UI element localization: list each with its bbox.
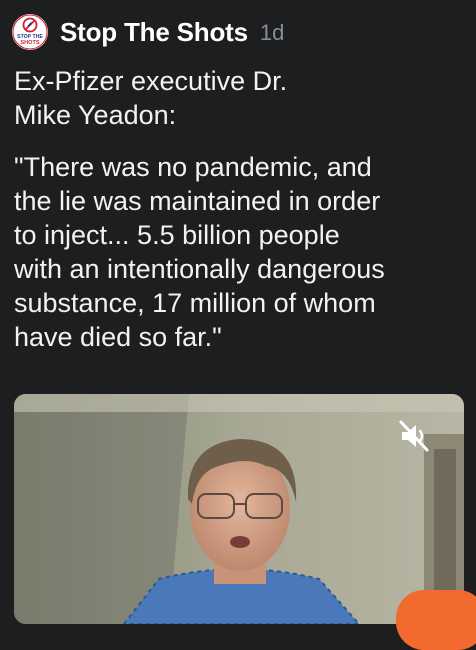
mute-button[interactable] bbox=[394, 416, 434, 456]
avatar[interactable]: STOP THE SHOTS bbox=[12, 14, 48, 50]
quote-line: "There was no pandemic, and bbox=[14, 152, 372, 182]
quote-line: the lie was maintained in order bbox=[14, 186, 381, 216]
intro-line: Ex-Pfizer executive Dr. bbox=[14, 66, 288, 96]
post: STOP THE SHOTS Stop The Shots 1d Ex-Pfiz… bbox=[0, 0, 476, 650]
quote-line: substance, 17 million of whom bbox=[14, 288, 376, 318]
post-header: STOP THE SHOTS Stop The Shots 1d bbox=[12, 12, 284, 52]
author-name[interactable]: Stop The Shots bbox=[60, 17, 248, 48]
logo-text-bottom: SHOTS bbox=[20, 40, 40, 46]
quote-line: to inject... 5.5 billion people bbox=[14, 220, 340, 250]
quote-line: with an intentionally dangerous bbox=[14, 254, 385, 284]
stop-the-shots-logo-icon: STOP THE SHOTS bbox=[12, 14, 48, 50]
speaker-muted-icon bbox=[399, 420, 429, 452]
video-player[interactable] bbox=[14, 394, 464, 624]
intro-line: Mike Yeadon: bbox=[14, 100, 177, 130]
post-intro: Ex-Pfizer executive Dr. Mike Yeadon: bbox=[14, 64, 464, 132]
post-quote: "There was no pandemic, and the lie was … bbox=[14, 150, 466, 354]
post-time: 1d bbox=[259, 20, 285, 45]
quote-line: have died so far." bbox=[14, 322, 222, 352]
floating-action-button[interactable] bbox=[396, 590, 476, 650]
